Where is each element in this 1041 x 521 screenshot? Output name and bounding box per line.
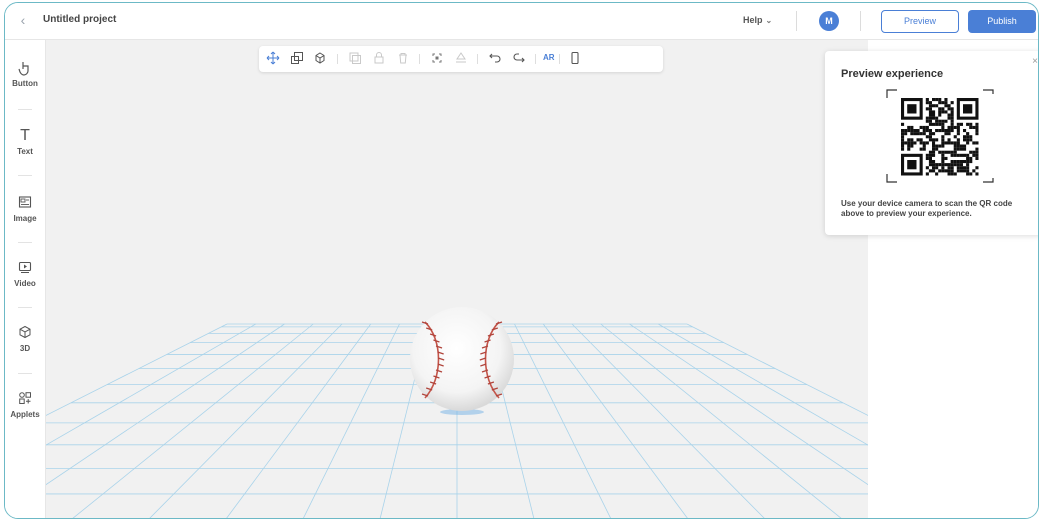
- center-icon[interactable]: [429, 51, 445, 69]
- delete-icon[interactable]: [395, 51, 411, 69]
- help-label: Help: [743, 15, 763, 25]
- sidebar-item-label: Button: [12, 79, 38, 88]
- hand-pointer-icon: [5, 60, 45, 76]
- sidebar-item-label: Text: [17, 147, 33, 156]
- mobile-preview-icon[interactable]: [567, 51, 583, 69]
- divider: [477, 54, 478, 64]
- move-icon[interactable]: [265, 51, 281, 69]
- qr-code: [886, 89, 995, 183]
- chevron-left-icon[interactable]: ‹: [15, 12, 31, 28]
- chevron-down-icon: ⌄: [765, 16, 773, 25]
- duplicate-icon[interactable]: [347, 51, 363, 69]
- publish-button[interactable]: Publish: [968, 10, 1036, 33]
- applets-icon: [5, 391, 45, 407]
- image-icon: [5, 195, 45, 211]
- video-icon: [5, 260, 45, 276]
- ar-toggle[interactable]: AR: [543, 53, 555, 62]
- divider: [18, 373, 32, 374]
- rotate-icon[interactable]: [312, 51, 328, 69]
- divider: [18, 109, 32, 110]
- sidebar-item-3d[interactable]: 3D: [5, 325, 45, 353]
- baseball-model[interactable]: [403, 300, 521, 418]
- undo-icon[interactable]: [487, 51, 503, 69]
- cube-icon: [5, 325, 45, 341]
- top-bar: ‹ Untitled project Help ⌄ M Preview Publi…: [5, 3, 1038, 40]
- help-menu[interactable]: Help ⌄: [743, 15, 772, 25]
- ground-icon[interactable]: [453, 51, 469, 69]
- sidebar-item-label: Video: [14, 279, 36, 288]
- divider: [337, 54, 338, 64]
- sidebar-item-label: Image: [13, 214, 37, 223]
- text-t-icon: T: [20, 127, 30, 144]
- divider: [559, 54, 560, 64]
- transform-toolbar: AR: [259, 46, 663, 72]
- divider: [18, 307, 32, 308]
- sidebar-item-label: 3D: [19, 344, 31, 353]
- scene-viewport[interactable]: [46, 40, 868, 518]
- close-icon[interactable]: ×: [1032, 56, 1038, 67]
- divider: [18, 242, 32, 243]
- project-title[interactable]: Untitled project: [43, 14, 116, 25]
- sidebar-item-label: Applets: [10, 410, 40, 419]
- card-description: Use your device camera to scan the QR co…: [841, 199, 1013, 218]
- redo-icon[interactable]: [511, 51, 527, 69]
- scale-icon[interactable]: [289, 51, 305, 69]
- sidebar-item-button[interactable]: Button: [5, 60, 45, 88]
- sidebar-item-applets[interactable]: Applets: [5, 391, 45, 419]
- divider: [18, 175, 32, 176]
- divider: [419, 54, 420, 64]
- divider: [796, 11, 797, 31]
- sidebar-item-image[interactable]: Image: [5, 195, 45, 223]
- card-title: Preview experience: [841, 68, 944, 80]
- divider: [860, 11, 861, 31]
- preview-button[interactable]: Preview: [881, 10, 959, 33]
- preview-experience-card: Preview experience × Use your device cam…: [825, 51, 1038, 235]
- ground-grid: [46, 323, 868, 518]
- sidebar-item-text[interactable]: T Text: [5, 127, 45, 157]
- divider: [535, 54, 536, 64]
- lock-icon[interactable]: [371, 51, 387, 69]
- app-window: ‹ Untitled project Help ⌄ M Preview Publi…: [4, 2, 1039, 519]
- sidebar-item-video[interactable]: Video: [5, 260, 45, 288]
- element-sidebar: Button T Text Image Video 3D Applets: [5, 40, 46, 518]
- avatar[interactable]: M: [819, 11, 839, 31]
